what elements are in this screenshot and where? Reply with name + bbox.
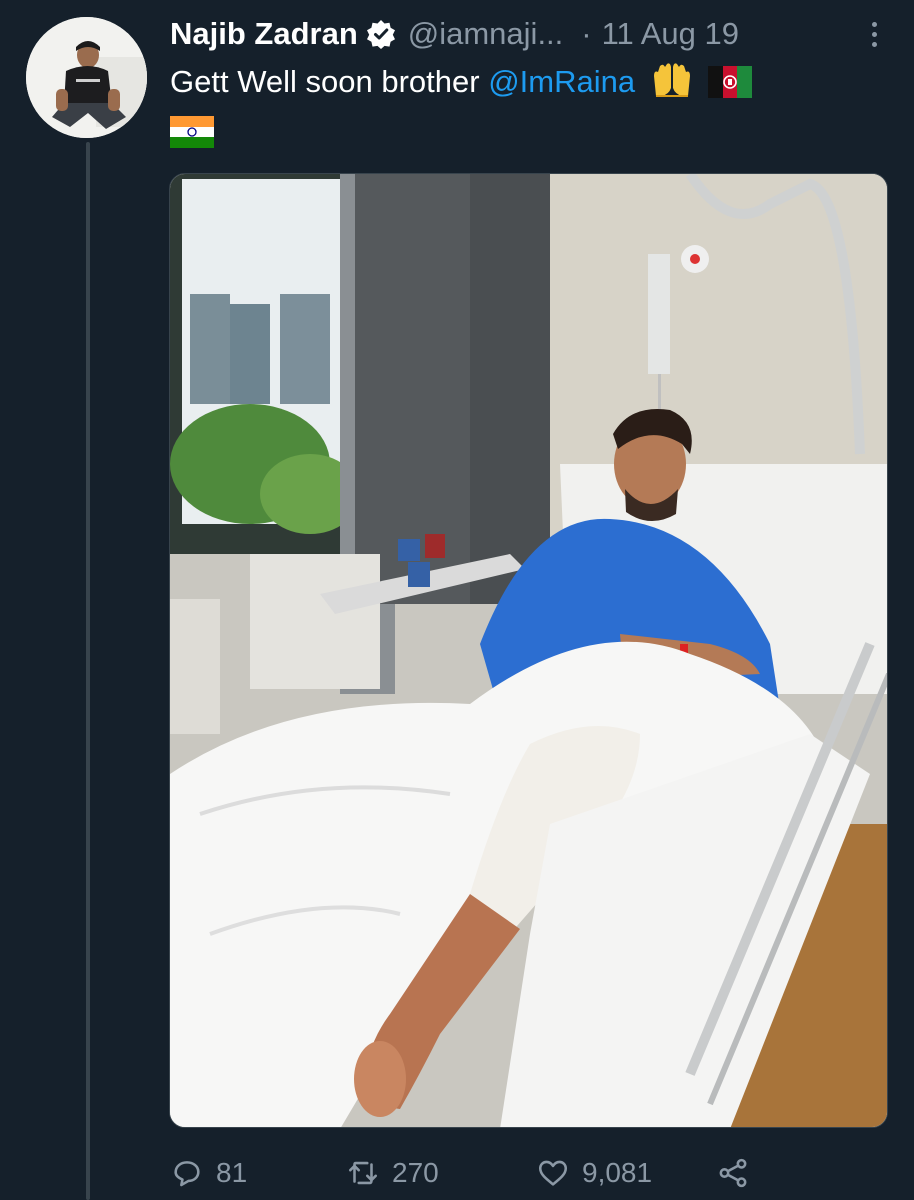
share-icon: [719, 1158, 747, 1188]
reply-icon: [174, 1161, 200, 1187]
thread-line: [86, 142, 90, 1200]
verified-badge-icon: [366, 19, 396, 49]
tweet-photo[interactable]: [169, 173, 888, 1128]
more-options-icon[interactable]: [864, 16, 884, 52]
raising-hands-icon: [650, 62, 694, 110]
afghanistan-flag-icon: [708, 66, 753, 110]
author-name[interactable]: Najib Zadran: [170, 16, 358, 52]
reply-count: 81: [216, 1157, 248, 1188]
meta-separator: ·: [581, 16, 592, 51]
mention-link[interactable]: @ImRaina: [488, 64, 635, 99]
tweet-date[interactable]: 11 Aug 19: [602, 16, 739, 52]
tweet-text: Gett Well soon brother @ImRaina: [170, 60, 874, 160]
avatar[interactable]: [26, 17, 147, 138]
author-handle[interactable]: @iamnaji...: [408, 16, 564, 52]
like-count: 9,081: [582, 1157, 653, 1188]
retweet-button[interactable]: 270: [346, 1156, 536, 1190]
tweet-text-body: Gett Well soon brother: [170, 64, 489, 99]
tweet-header: Najib Zadran @iamnaji... · 11 Aug 19: [170, 12, 884, 56]
heart-icon: [538, 1160, 568, 1186]
like-button[interactable]: 9,081: [536, 1156, 716, 1190]
retweet-count: 270: [392, 1157, 439, 1188]
tweet-actions: 81 270 9,081: [170, 1150, 784, 1196]
reply-button[interactable]: 81: [170, 1156, 346, 1190]
share-button[interactable]: [716, 1156, 762, 1190]
retweet-icon: [348, 1161, 378, 1185]
india-flag-icon: [170, 116, 214, 160]
